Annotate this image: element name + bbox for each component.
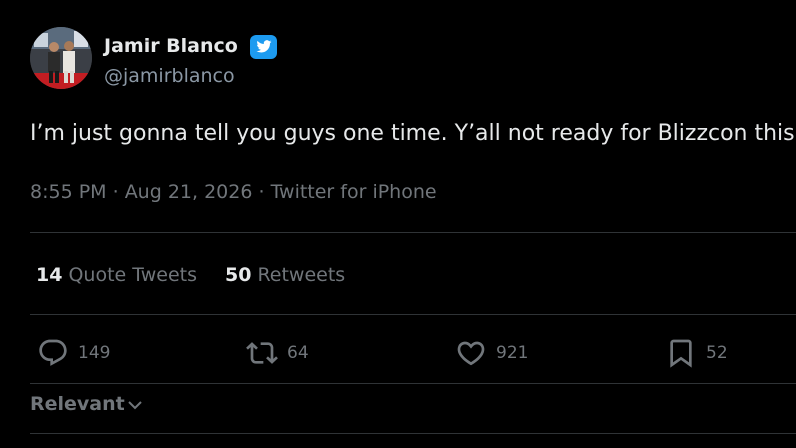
author-handle[interactable]: @jamirblanco (104, 64, 235, 88)
twitter-verified-bird-icon[interactable] (250, 35, 277, 59)
quote-tweets-label: Quote Tweets (68, 264, 197, 286)
quote-tweets-count: 14 (36, 264, 63, 286)
reply-count: 149 (78, 343, 111, 363)
quote-tweets-stat[interactable]: 14 Quote Tweets (36, 262, 197, 288)
bookmark-icon (670, 339, 692, 368)
bookmark-button[interactable]: 52 (665, 337, 728, 369)
heart-icon (457, 341, 485, 366)
divider (30, 383, 796, 384)
tweet-time[interactable]: 8:55 PM (30, 181, 107, 203)
like-count: 921 (496, 343, 529, 363)
sort-label: Relevant (30, 393, 125, 415)
divider (30, 314, 796, 315)
retweet-count: 64 (287, 343, 309, 363)
tweet-text: I’m just gonna tell you guys one time. Y… (30, 121, 796, 146)
like-button[interactable]: 921 (455, 337, 528, 369)
tweet-source[interactable]: Twitter for iPhone (271, 181, 437, 203)
retweets-label: Retweets (257, 264, 346, 286)
meta-separator: · (252, 181, 271, 203)
retweets-count: 50 (224, 264, 252, 286)
reply-button[interactable]: 149 (37, 337, 110, 369)
avatar-image (30, 27, 92, 89)
retweet-button[interactable]: 64 (246, 337, 309, 369)
meta-separator: · (106, 181, 125, 203)
retweet-icon (246, 342, 278, 364)
avatar[interactable] (30, 27, 92, 89)
divider (30, 232, 796, 233)
retweets-stat[interactable]: 50 Retweets (225, 262, 345, 288)
divider (30, 433, 796, 434)
sort-dropdown[interactable]: Relevant (30, 391, 143, 417)
reply-icon (39, 339, 67, 366)
tweet-meta: 8:55 PM · Aug 21, 2026 · Twitter for iPh… (30, 178, 437, 206)
tweet-date[interactable]: Aug 21, 2026 (125, 181, 253, 203)
bookmark-count: 52 (706, 343, 728, 363)
tweet-stats: 14 Quote Tweets 50 Retweets (36, 262, 373, 288)
chevron-down-icon (128, 401, 142, 410)
author-display-name[interactable]: Jamir Blanco (104, 34, 238, 58)
